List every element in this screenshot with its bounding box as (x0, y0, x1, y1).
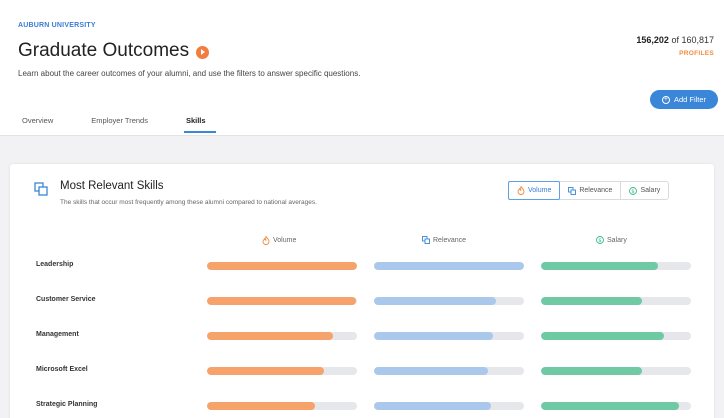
column-header-relevance[interactable]: Relevance (422, 236, 466, 244)
skill-relevance-bar (374, 296, 524, 305)
skill-salary-bar-fill (541, 401, 679, 410)
skill-salary-bar (541, 401, 691, 410)
skill-salary-bar-fill (541, 296, 642, 305)
skill-salary-bar (541, 366, 691, 375)
metric-toggle: Volume Relevance $ Salary (508, 181, 670, 200)
profiles-count: 156,202 of 160,817 PROFILES (636, 35, 714, 57)
column-header-volume[interactable]: Volume (262, 236, 296, 245)
skill-volume-bar (207, 331, 357, 340)
skill-relevance-bar (374, 331, 524, 340)
skill-name: Management (36, 331, 79, 338)
dollar-icon: $ (629, 186, 638, 195)
toggle-relevance-label: Relevance (579, 187, 613, 194)
card-subtitle: The skills that occur most frequently am… (60, 199, 317, 206)
skill-relevance-bar-fill (374, 331, 493, 340)
skill-salary-bar (541, 296, 691, 305)
skills-card: Most Relevant Skills The skills that occ… (10, 164, 714, 418)
skill-relevance-bar-fill (374, 366, 488, 375)
dollar-icon: $ (596, 236, 604, 244)
skill-relevance-bar-fill (374, 296, 496, 305)
skill-salary-bar-fill (541, 261, 658, 270)
tab-bar: Overview Employer Trends Skills (22, 116, 254, 133)
skill-volume-bar-fill (207, 366, 324, 375)
skill-volume-bar (207, 261, 357, 270)
page-subtitle: Learn about the career outcomes of your … (18, 69, 361, 78)
tab-employer-trends[interactable]: Employer Trends (91, 116, 148, 133)
relevance-icon (568, 186, 577, 195)
skill-name: Microsoft Excel (36, 366, 88, 373)
skill-name: Strategic Planning (36, 401, 98, 408)
toggle-volume[interactable]: Volume (508, 181, 561, 200)
card-title: Most Relevant Skills (60, 180, 164, 192)
skill-salary-bar-fill (541, 366, 642, 375)
skill-name: Customer Service (36, 296, 96, 303)
page-title-text: Graduate Outcomes (18, 40, 190, 61)
page-header: AUBURN UNIVERSITY Graduate Outcomes Lear… (0, 0, 724, 136)
tab-skills[interactable]: Skills (183, 116, 216, 133)
skill-salary-bar-fill (541, 331, 664, 340)
toggle-volume-label: Volume (528, 187, 552, 194)
profiles-total: of 160,817 (671, 35, 714, 45)
skill-volume-bar-fill (207, 401, 315, 410)
svg-text:$: $ (632, 189, 636, 195)
skill-name: Leadership (36, 261, 74, 268)
skill-volume-bar-fill (207, 296, 356, 305)
university-name: AUBURN UNIVERSITY (18, 22, 96, 29)
skill-volume-bar (207, 366, 357, 375)
toggle-salary[interactable]: $ Salary (621, 182, 668, 199)
add-filter-label: Add Filter (673, 95, 707, 104)
skill-relevance-bar (374, 261, 524, 270)
profiles-label: PROFILES (679, 50, 714, 57)
skill-relevance-bar (374, 366, 524, 375)
column-header-relevance-label: Relevance (433, 236, 467, 244)
add-filter-button[interactable]: + Add Filter (650, 90, 718, 109)
toggle-salary-label: Salary (640, 187, 661, 194)
skill-salary-bar (541, 331, 691, 340)
column-header-volume-label: Volume (273, 237, 297, 244)
skills-icon (34, 182, 48, 196)
flame-icon (262, 236, 270, 245)
flame-icon (517, 186, 525, 195)
skill-volume-bar-fill (207, 331, 333, 340)
skill-volume-bar-fill (207, 261, 357, 270)
profiles-count-value: 156,202 (636, 35, 669, 45)
column-header-salary[interactable]: $ Salary (596, 236, 627, 244)
play-icon[interactable] (196, 45, 210, 59)
toggle-relevance[interactable]: Relevance (560, 182, 622, 199)
skill-volume-bar (207, 401, 357, 410)
svg-text:$: $ (598, 238, 602, 244)
tab-overview[interactable]: Overview (22, 116, 53, 133)
skill-relevance-bar-fill (374, 401, 491, 410)
skill-relevance-bar-fill (374, 261, 524, 270)
page-title: Graduate Outcomes (18, 40, 210, 62)
plus-icon: + (661, 95, 670, 104)
column-header-salary-label: Salary (607, 236, 627, 244)
skill-salary-bar (541, 261, 691, 270)
relevance-icon (422, 236, 430, 244)
skill-relevance-bar (374, 401, 524, 410)
skill-volume-bar (207, 296, 357, 305)
